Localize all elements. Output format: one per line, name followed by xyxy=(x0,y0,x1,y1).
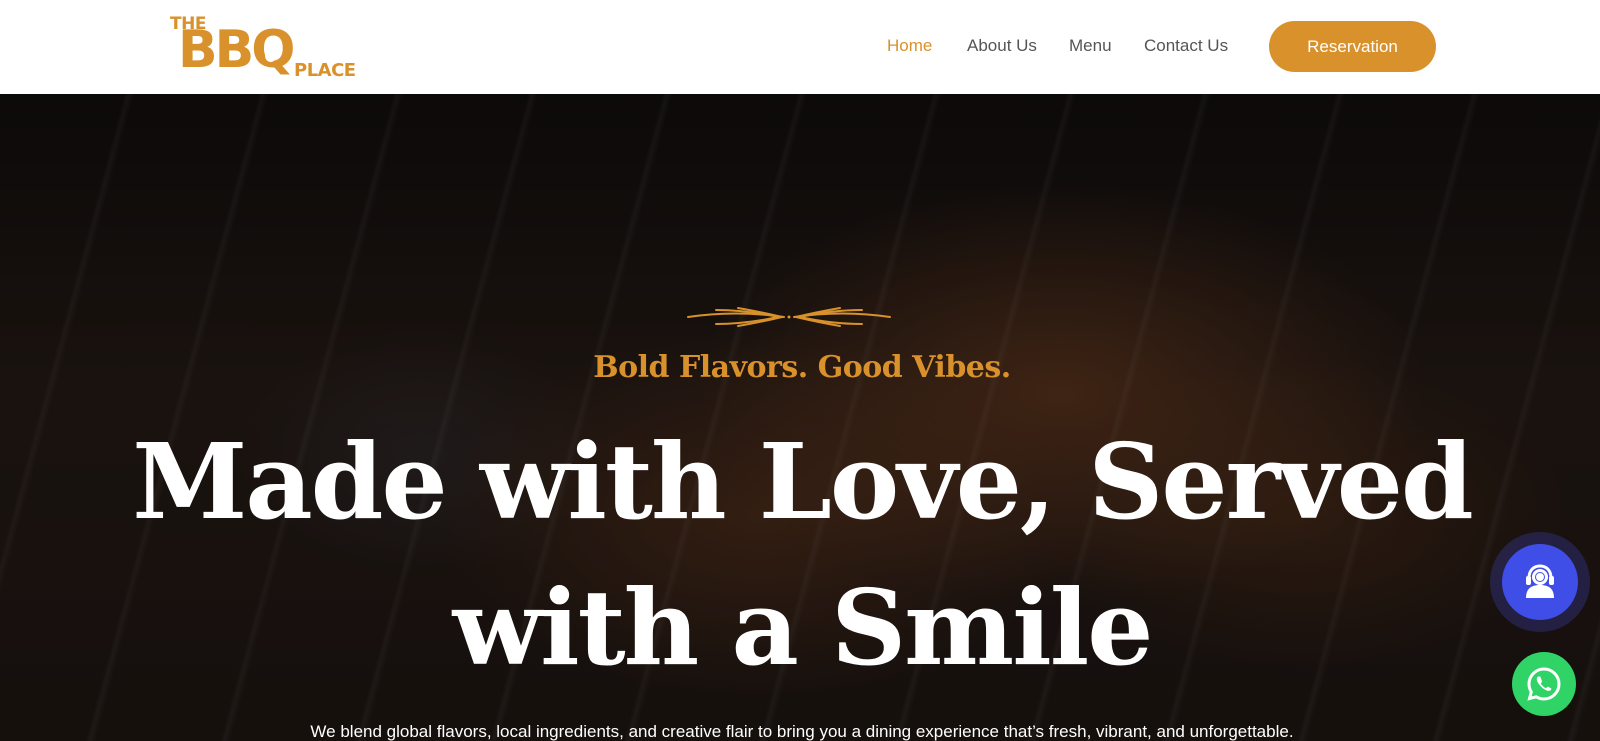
support-agent-button[interactable] xyxy=(1490,532,1590,632)
whatsapp-button[interactable] xyxy=(1512,652,1576,716)
site-header: THE BBQ PLACE Home About Us Menu Contact… xyxy=(0,0,1600,94)
nav-item-menu[interactable]: Menu xyxy=(1069,36,1112,56)
hero-headline-line-2: with a Smile xyxy=(452,566,1154,689)
hero-headline-line-1: Made with Love, Served xyxy=(132,420,1473,543)
whatsapp-icon xyxy=(1527,667,1561,701)
bbq-place-logo[interactable]: THE BBQ PLACE xyxy=(168,12,364,82)
support-agent-button-inner xyxy=(1502,544,1578,620)
support-agent-icon xyxy=(1526,564,1554,598)
flame-icon xyxy=(265,42,278,62)
hero-subtext: We blend global flavors, local ingredien… xyxy=(310,722,1294,741)
nav-item-about-us[interactable]: About Us xyxy=(967,36,1037,56)
logo-place-text: PLACE xyxy=(294,60,356,81)
hero-tagline: Bold Flavors. Good Vibes. xyxy=(593,350,1011,385)
hero-headline: Made with Love, Served with a Smile xyxy=(0,409,1600,701)
hero-section: Bold Flavors. Good Vibes. Made with Love… xyxy=(0,94,1600,741)
wheat-ornament-icon xyxy=(687,307,891,327)
nav-item-home[interactable]: Home xyxy=(887,36,932,56)
reservation-button[interactable]: Reservation xyxy=(1269,21,1436,72)
nav-item-contact-us[interactable]: Contact Us xyxy=(1144,36,1228,56)
